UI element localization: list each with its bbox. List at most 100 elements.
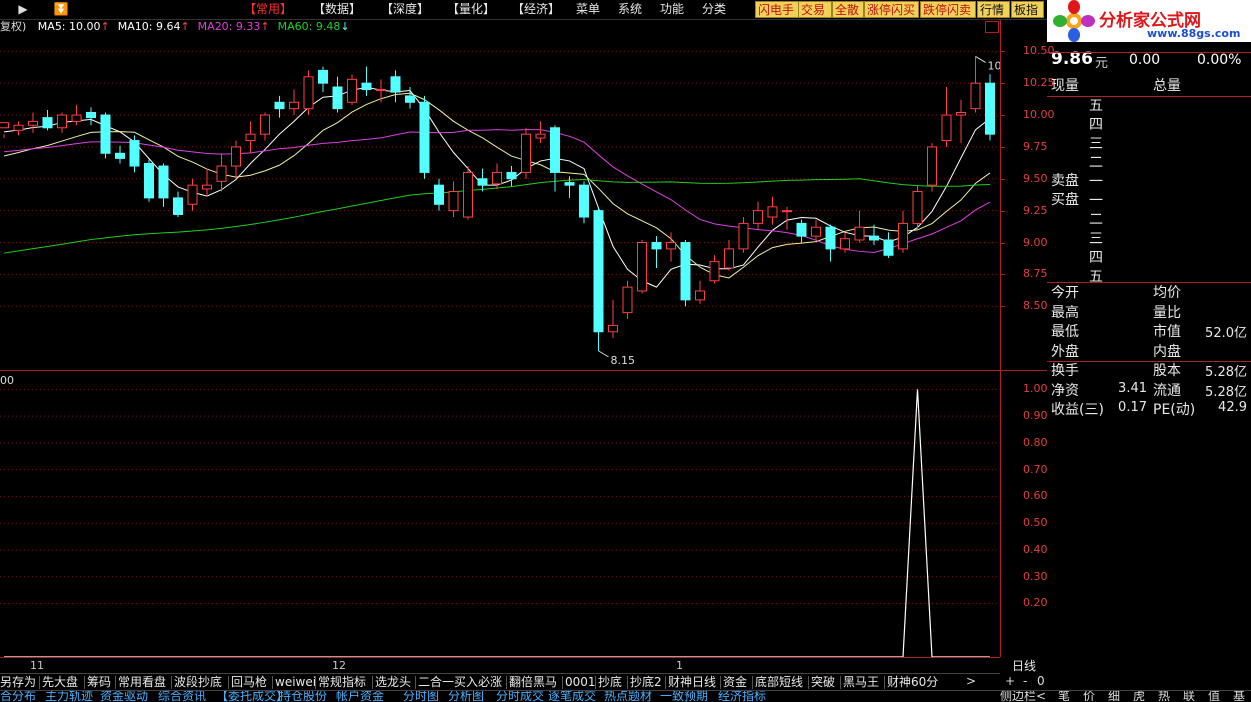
toolbar-more-button[interactable]: > — [966, 674, 976, 688]
candle-body — [869, 235, 879, 241]
toolbar-item[interactable]: weiwei — [275, 675, 316, 690]
toolbar-separator — [39, 676, 40, 689]
quick-button[interactable]: 板指 — [1011, 1, 1044, 18]
menu-item[interactable]: 【常用】 — [244, 2, 292, 16]
candle-body — [970, 82, 981, 110]
bottom-tab[interactable]: 综合资讯 — [158, 691, 206, 702]
toolbar-separator — [808, 676, 809, 689]
detail-tab[interactable]: 值 — [1208, 691, 1220, 702]
toolbar-item[interactable]: 0001 — [565, 675, 596, 690]
detail-tab[interactable]: 价 — [1083, 691, 1095, 702]
candle-body — [651, 242, 662, 250]
zoom-out-button[interactable]: - — [1023, 674, 1027, 688]
stat-value: 5.28亿 — [1205, 384, 1247, 400]
bottom-tab[interactable]: 经济指标 — [718, 691, 766, 702]
menu-item[interactable]: 【数据】 — [313, 2, 361, 16]
stat-value: 5.28亿 — [1205, 365, 1247, 380]
toolbar-item[interactable]: 黑马王 — [843, 675, 879, 690]
candle-body — [303, 76, 314, 110]
zoom-reset-button[interactable]: 0 — [1037, 674, 1045, 688]
panel-divider — [1047, 361, 1251, 362]
play-icon[interactable]: ▶ — [14, 1, 32, 17]
candle-body — [71, 114, 82, 122]
detail-tab[interactable]: 笔 — [1058, 691, 1070, 702]
panel-divider — [1047, 96, 1251, 97]
toolbar-item[interactable]: 另存为 — [0, 675, 36, 690]
price-tick-label: 9.25 — [1023, 203, 1048, 217]
price-tick-label: 9.50 — [1023, 171, 1048, 185]
bottom-tab[interactable]: 持仓股份 — [279, 691, 327, 702]
candle-body — [825, 226, 836, 250]
menu-item[interactable]: 分类 — [702, 2, 726, 16]
bottom-tab[interactable]: 逐笔成交 — [548, 691, 596, 702]
side-panel-toggle[interactable]: 侧边栏< — [1000, 691, 1046, 702]
axis-tick — [1000, 242, 1005, 244]
date-tick: 12 — [332, 659, 346, 672]
bottom-tab[interactable]: 合分布 — [0, 691, 36, 702]
toolbar-item[interactable]: 常规指标 — [318, 675, 366, 690]
menu-item[interactable]: 菜单 — [576, 2, 600, 16]
quick-button[interactable]: 闪电手 — [755, 1, 799, 18]
zoom-in-button[interactable]: + — [1005, 674, 1015, 688]
bottom-tab[interactable]: 分析图 — [448, 691, 484, 702]
toolbar-item[interactable]: 抄底2 — [630, 675, 662, 690]
window-restore-icon[interactable] — [985, 21, 999, 33]
toolbar-item[interactable]: 抄底 — [598, 675, 622, 690]
toolbar-separator — [228, 676, 229, 689]
candle-body — [912, 191, 923, 224]
toolbar-item[interactable]: 二合一买入必涨 — [418, 675, 502, 690]
panel-divider — [1047, 52, 1251, 53]
toolbar-separator — [627, 676, 628, 689]
toolbar-item[interactable]: 波段抄底 — [174, 675, 222, 690]
bottom-tab[interactable]: 资金驱动 — [100, 691, 148, 702]
buy-level-4: 四 — [1089, 250, 1103, 266]
menu-item[interactable]: 【经济】 — [512, 2, 560, 16]
candle-body — [332, 86, 343, 110]
toolbar-item[interactable]: 先大盘 — [42, 675, 78, 690]
quick-button[interactable]: 交易 — [798, 1, 832, 18]
axis-tick — [1000, 146, 1005, 148]
bottom-tab[interactable]: 帐户资金 — [336, 691, 384, 702]
detail-tab[interactable]: 细 — [1108, 691, 1120, 702]
double-chevron-down-icon[interactable]: ⏬ — [52, 1, 70, 17]
bottom-tab[interactable]: 【委托成交】 — [216, 691, 288, 702]
quick-button[interactable]: 全散 — [832, 1, 864, 18]
candle-body — [709, 261, 720, 282]
indicator-tick-label: 0.50 — [1023, 516, 1048, 530]
bottom-tab[interactable]: 分时成交 — [496, 691, 544, 702]
toolbar-item[interactable]: 底部短线 — [755, 675, 803, 690]
toolbar-item[interactable]: 财神日线 — [668, 675, 716, 690]
detail-tab[interactable]: 基 — [1233, 691, 1245, 702]
quick-button[interactable]: 跌停闪卖 — [920, 1, 976, 18]
toolbar-item[interactable]: 突破 — [811, 675, 835, 690]
detail-tab[interactable]: 热 — [1158, 691, 1170, 702]
candle-body — [883, 239, 894, 256]
bottom-tab[interactable]: 一致预期 — [660, 691, 708, 702]
bottom-tab[interactable]: 分时图 — [403, 691, 439, 702]
detail-tab[interactable]: 联 — [1183, 691, 1195, 702]
indicator-chart[interactable] — [0, 372, 1000, 657]
toolbar-item[interactable]: 常用看盘 — [118, 675, 166, 690]
toolbar-separator — [115, 676, 116, 689]
toolbar-item[interactable]: 资金 — [723, 675, 747, 690]
toolbar-item[interactable]: 回马枪 — [231, 675, 267, 690]
buy-level-2: 二 — [1089, 212, 1103, 228]
menu-item[interactable]: 【深度】 — [381, 2, 429, 16]
quick-button[interactable]: 涨停闪买 — [864, 1, 919, 18]
detail-tab[interactable]: 虎 — [1133, 691, 1145, 702]
toolbar-item[interactable]: 筹码 — [87, 675, 111, 690]
quick-button[interactable]: 行情 — [977, 1, 1010, 18]
price-change: 0.00 — [1129, 52, 1161, 68]
toolbar-item[interactable]: 财神60分 — [887, 675, 938, 690]
candle-body — [550, 127, 560, 173]
bottom-tab[interactable]: 热点题材 — [604, 691, 652, 702]
period-selector[interactable]: 日线 — [1012, 657, 1048, 674]
bottom-tab[interactable]: 主力轨迹 — [45, 691, 93, 702]
toolbar-item[interactable]: 选龙头 — [375, 675, 411, 690]
candle-body — [405, 95, 415, 103]
menu-item[interactable]: 【量化】 — [447, 2, 495, 16]
menu-item[interactable]: 功能 — [660, 2, 684, 16]
menu-item[interactable]: 系统 — [618, 2, 642, 16]
candlestick-chart[interactable]: 10.46 8.15 — [0, 36, 1000, 370]
toolbar-item[interactable]: 翻倍黑马 — [509, 675, 557, 690]
